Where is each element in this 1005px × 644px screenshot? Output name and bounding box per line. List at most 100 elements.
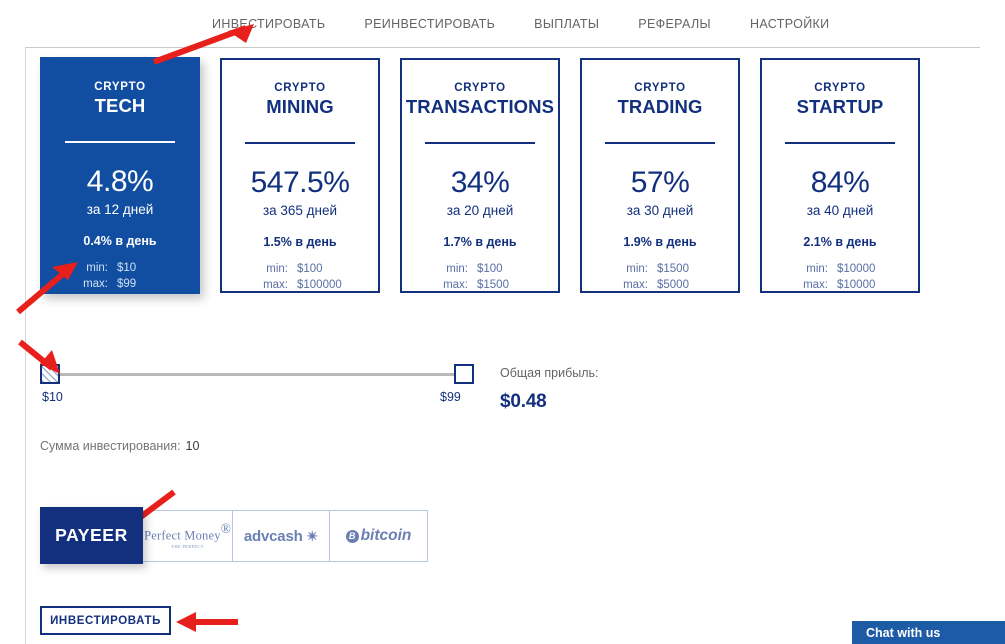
plan-name: TECH — [94, 95, 146, 116]
plan-divider — [425, 142, 535, 144]
plan-min-value: $100 — [477, 263, 503, 275]
invest-button[interactable]: ИНВЕСТИРОВАТЬ — [40, 606, 171, 635]
plan-divider — [245, 142, 355, 144]
plan-limits: min: $100 max: $100000 — [222, 261, 378, 293]
slider-label-max: $99 — [440, 390, 461, 404]
plan-percent: 57% — [630, 166, 690, 199]
plan-percent: 84% — [810, 166, 870, 199]
plan-term: за 40 дней — [806, 203, 874, 218]
bitcoin-icon: B — [345, 529, 359, 543]
investment-amount-label: Сумма инвестирования: — [40, 439, 181, 453]
slider-handle-max[interactable] — [454, 364, 474, 384]
payment-method-selector: PAYEER Perfect Money® THE PERFECT advcas… — [40, 507, 428, 564]
plan-card-mining[interactable]: CRYPTO MINING 547.5% за 365 дней 1.5% в … — [220, 58, 380, 293]
plan-limits: min: $10 max: $99 — [42, 260, 198, 292]
investment-range-slider[interactable]: $10 $99 — [40, 360, 480, 410]
plan-daily: 0.4% в день — [83, 234, 157, 248]
total-profit-label: Общая прибыль: — [500, 366, 599, 380]
slider-track[interactable] — [50, 373, 470, 376]
investment-page: ИНВЕСТИРОВАТЬ РЕИНВЕСТИРОВАТЬ ВЫПЛАТЫ РЕ… — [0, 0, 1005, 644]
plan-daily: 1.9% в день — [623, 235, 697, 249]
plan-card-tech[interactable]: CRYPTO TECH 4.8% за 12 дней 0.4% в день … — [40, 57, 200, 294]
payment-method-advcash[interactable]: advcash ✴ — [233, 510, 330, 562]
nav-item-payouts[interactable]: ВЫПЛАТЫ — [534, 17, 599, 31]
investment-amount-value[interactable]: 10 — [181, 439, 200, 453]
nav-item-reinvest[interactable]: РЕИНВЕСТИРОВАТЬ — [364, 17, 495, 31]
plan-card-trading[interactable]: CRYPTO TRADING 57% за 30 дней 1.9% в ден… — [580, 58, 740, 293]
plan-min-value: $100 — [297, 263, 323, 275]
plan-min-value: $1500 — [657, 263, 689, 275]
plan-divider — [65, 141, 175, 143]
plan-max-value: $10000 — [837, 279, 876, 291]
plan-min-label: min: — [446, 263, 468, 275]
plan-divider — [605, 142, 715, 144]
plan-name: TRADING — [617, 96, 703, 117]
nav-item-invest[interactable]: ИНВЕСТИРОВАТЬ — [212, 17, 325, 31]
plan-daily: 1.7% в день — [443, 235, 517, 249]
main-navigation: ИНВЕСТИРОВАТЬ РЕИНВЕСТИРОВАТЬ ВЫПЛАТЫ РЕ… — [0, 0, 1005, 47]
plan-limits: min: $100 max: $1500 — [402, 261, 558, 293]
plan-min-label: min: — [626, 263, 648, 275]
plan-brand: CRYPTO — [274, 82, 326, 94]
plan-name: STARTUP — [796, 96, 884, 117]
plan-term: за 20 дней — [446, 203, 514, 218]
plan-daily: 1.5% в день — [263, 235, 337, 249]
plan-brand: CRYPTO — [814, 82, 866, 94]
plan-min-label: min: — [266, 263, 288, 275]
total-profit: Общая прибыль: $0.48 — [500, 365, 599, 413]
plan-name: MINING — [266, 96, 334, 117]
bitcoin-wordmark: bitcoin — [360, 527, 412, 544]
plan-max-label: max: — [623, 279, 648, 291]
perfect-money-tagline: THE PERFECT — [171, 544, 204, 550]
registered-mark-icon: ® — [220, 521, 231, 537]
investment-amount: Сумма инвестирования: 10 — [40, 439, 199, 453]
plan-card-startup[interactable]: CRYPTO STARTUP 84% за 40 дней 2.1% в ден… — [760, 58, 920, 293]
nav-items: ИНВЕСТИРОВАТЬ РЕИНВЕСТИРОВАТЬ ВЫПЛАТЫ РЕ… — [212, 17, 830, 31]
chat-widget-button[interactable]: Chat with us — [852, 621, 1005, 644]
plan-min-label: min: — [86, 262, 108, 274]
plan-max-label: max: — [443, 279, 468, 291]
payeer-logo: PAYEER — [55, 525, 128, 545]
perfect-money-logo: Perfect Money® THE PERFECT — [144, 522, 231, 550]
plan-max-label: max: — [263, 279, 288, 291]
plan-brand: CRYPTO — [454, 82, 506, 94]
nav-item-referrals[interactable]: РЕФЕРАЛЫ — [638, 17, 711, 31]
plan-name: TRANSACTIONS — [405, 96, 555, 117]
payment-method-perfect-money[interactable]: Perfect Money® THE PERFECT — [143, 510, 233, 562]
plan-term: за 30 дней — [626, 203, 694, 218]
plan-max-label: max: — [83, 278, 108, 290]
plan-min-label: min: — [806, 263, 828, 275]
plan-limits: min: $10000 max: $10000 — [762, 261, 918, 293]
star-icon: ✴ — [306, 527, 319, 544]
plan-max-value: $5000 — [657, 279, 689, 291]
plan-min-value: $10 — [117, 262, 137, 274]
slider-handle-min[interactable] — [40, 364, 60, 384]
payment-method-bitcoin[interactable]: Bbitcoin — [330, 510, 428, 562]
annotation-arrow-invest-button — [176, 612, 238, 632]
perfect-money-wordmark: Perfect Money — [144, 528, 221, 543]
plan-daily: 2.1% в день — [803, 235, 877, 249]
plan-term: за 12 дней — [86, 202, 154, 217]
nav-divider — [25, 47, 980, 48]
plan-limits: min: $1500 max: $5000 — [582, 261, 738, 293]
plan-card-transactions[interactable]: CRYPTO TRANSACTIONS 34% за 20 дней 1.7% … — [400, 58, 560, 293]
plan-max-value: $1500 — [477, 279, 509, 291]
advcash-wordmark: advcash — [243, 527, 303, 545]
plan-percent: 34% — [450, 166, 510, 199]
plan-brand: CRYPTO — [634, 82, 686, 94]
plan-max-value: $100000 — [297, 279, 342, 291]
total-profit-value: $0.48 — [500, 391, 547, 412]
page-left-rule — [25, 47, 26, 644]
slider-label-min: $10 — [42, 390, 63, 404]
plan-min-value: $10000 — [837, 263, 876, 275]
payment-method-payeer[interactable]: PAYEER — [40, 507, 143, 564]
investment-plan-cards: CRYPTO TECH 4.8% за 12 дней 0.4% в день … — [40, 57, 960, 294]
plan-percent: 4.8% — [86, 165, 154, 198]
plan-brand: CRYPTO — [94, 81, 146, 93]
nav-item-settings[interactable]: НАСТРОЙКИ — [750, 17, 830, 31]
plan-max-label: max: — [803, 279, 828, 291]
plan-divider — [785, 142, 895, 144]
plan-percent: 547.5% — [250, 166, 350, 199]
plan-max-value: $99 — [117, 278, 137, 290]
plan-term: за 365 дней — [262, 203, 338, 218]
